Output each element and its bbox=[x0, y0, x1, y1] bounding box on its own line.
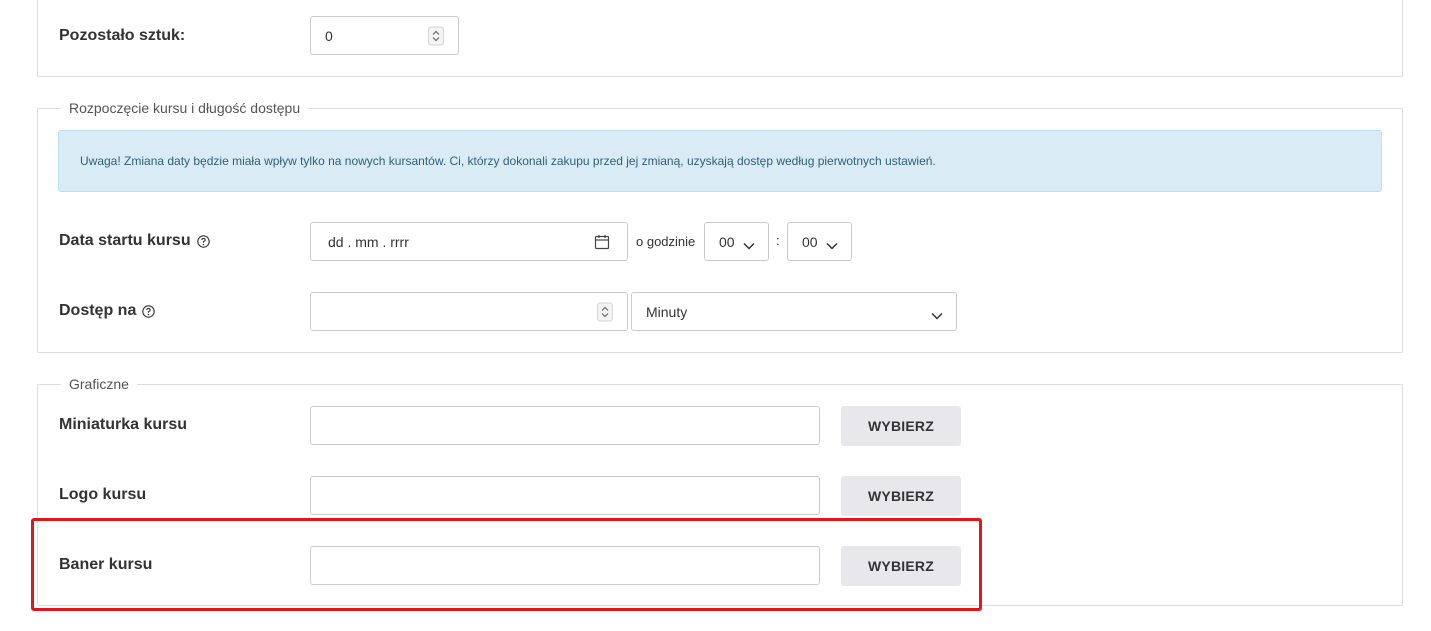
number-spinner-icon[interactable] bbox=[428, 26, 444, 45]
time-separator: : bbox=[776, 233, 780, 248]
calendar-icon[interactable] bbox=[594, 234, 610, 250]
start-date-input[interactable]: dd . mm . rrrr bbox=[310, 222, 628, 261]
hour-value: 00 bbox=[719, 233, 735, 250]
remaining-value: 0 bbox=[325, 27, 333, 44]
chevron-down-icon bbox=[930, 307, 944, 320]
access-unit-value: Minuty bbox=[646, 303, 688, 320]
at-hour-label: o godzinie bbox=[636, 234, 696, 249]
inventory-section: Pozostało sztuk: 0 bbox=[37, 0, 1403, 77]
logo-choose-button[interactable]: WYBIERZ bbox=[841, 476, 961, 516]
thumbnail-input[interactable] bbox=[310, 406, 820, 445]
access-unit-select[interactable]: Minuty bbox=[631, 292, 957, 331]
minute-select[interactable]: 00 bbox=[787, 222, 852, 261]
thumbnail-label: Miniaturka kursu bbox=[59, 416, 188, 433]
course-start-legend: Rozpoczęcie kursu i długość dostępu bbox=[61, 100, 309, 117]
remaining-label: Pozostało sztuk: bbox=[59, 27, 186, 44]
start-date-placeholder: dd . mm . rrrr bbox=[328, 233, 409, 250]
chevron-down-icon bbox=[825, 237, 839, 250]
alert-text: Uwaga! Zmiana daty będzie miała wpływ ty… bbox=[80, 154, 936, 168]
logo-input[interactable] bbox=[310, 476, 820, 515]
help-circle-icon[interactable] bbox=[196, 234, 210, 248]
help-circle-icon[interactable] bbox=[142, 304, 156, 318]
change-warning-alert: Uwaga! Zmiana daty będzie miała wpływ ty… bbox=[58, 130, 1382, 192]
access-label: Dostęp na bbox=[59, 301, 156, 321]
course-start-section: Rozpoczęcie kursu i długość dostępu Uwag… bbox=[37, 100, 1403, 353]
start-date-label: Data startu kursu bbox=[59, 231, 210, 251]
thumbnail-choose-button[interactable]: WYBIERZ bbox=[841, 406, 961, 446]
logo-label: Logo kursu bbox=[59, 486, 147, 503]
remaining-input[interactable]: 0 bbox=[310, 16, 459, 55]
access-duration-input[interactable] bbox=[310, 292, 628, 331]
number-spinner-icon[interactable] bbox=[597, 302, 613, 321]
graphics-legend: Graficzne bbox=[61, 376, 137, 393]
chevron-down-icon bbox=[742, 237, 756, 250]
banner-highlight-box bbox=[31, 518, 982, 611]
hour-select[interactable]: 00 bbox=[704, 222, 769, 261]
minute-value: 00 bbox=[802, 233, 818, 250]
